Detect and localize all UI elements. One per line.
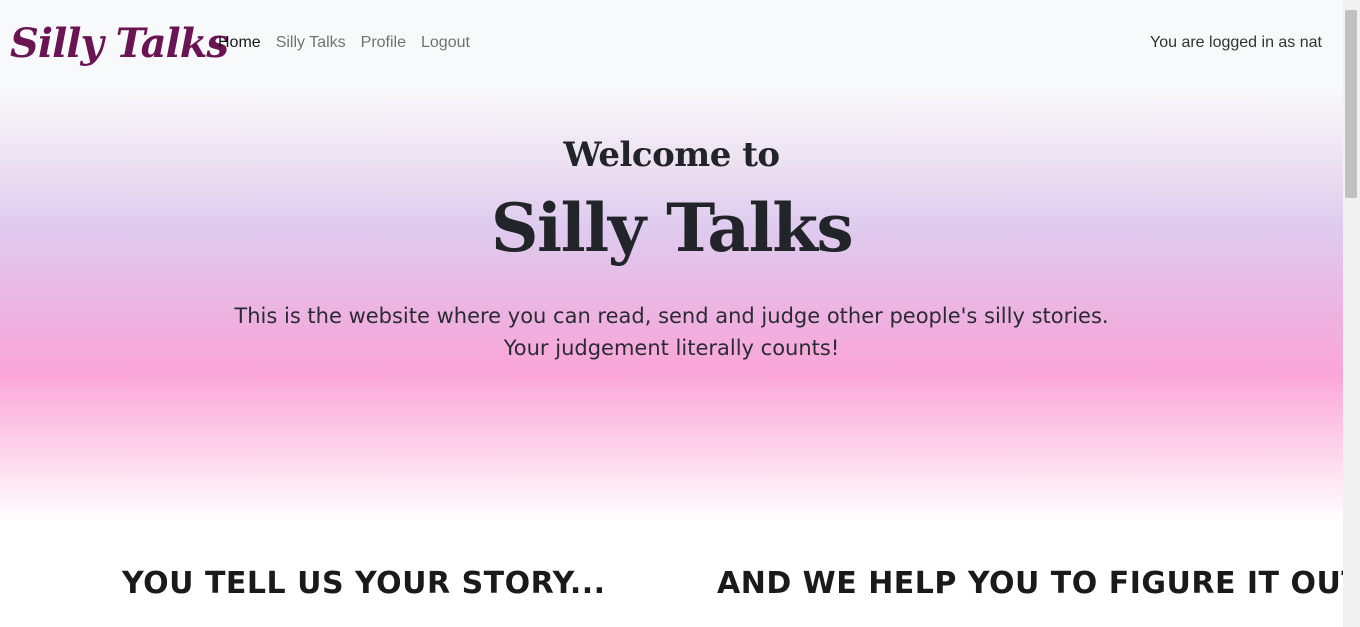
brand-logo[interactable]: Silly Talks: [10, 18, 229, 70]
hero-description: This is the website where you can read, …: [0, 300, 1343, 364]
page: Silly Talks Home Silly Talks Profile Log…: [0, 0, 1343, 627]
vertical-scrollbar[interactable]: [1343, 0, 1360, 627]
login-status: You are logged in as nat: [1150, 34, 1322, 51]
nav-link-silly-talks[interactable]: Silly Talks: [276, 34, 346, 52]
hero-description-line-2: Your judgement literally counts!: [503, 336, 840, 360]
nav-link-profile[interactable]: Profile: [361, 34, 406, 52]
hero-subtitle: Welcome to: [563, 135, 780, 175]
hero-description-line-1: This is the website where you can read, …: [234, 304, 1109, 328]
scrollbar-thumb[interactable]: [1345, 10, 1357, 198]
nav-links: Home Silly Talks Profile Logout: [218, 34, 470, 52]
hero-section: Welcome to Silly Talks This is the websi…: [0, 88, 1343, 522]
hero-title: Silly Talks: [490, 189, 854, 267]
nav-link-home[interactable]: Home: [218, 34, 261, 52]
story-section-title: YOU TELL US YOUR STORY...: [122, 566, 606, 601]
nav-link-logout[interactable]: Logout: [421, 34, 470, 52]
help-section-title: AND WE HELP YOU TO FIGURE IT OUT!: [717, 566, 1343, 601]
navbar: Silly Talks Home Silly Talks Profile Log…: [0, 0, 1343, 88]
